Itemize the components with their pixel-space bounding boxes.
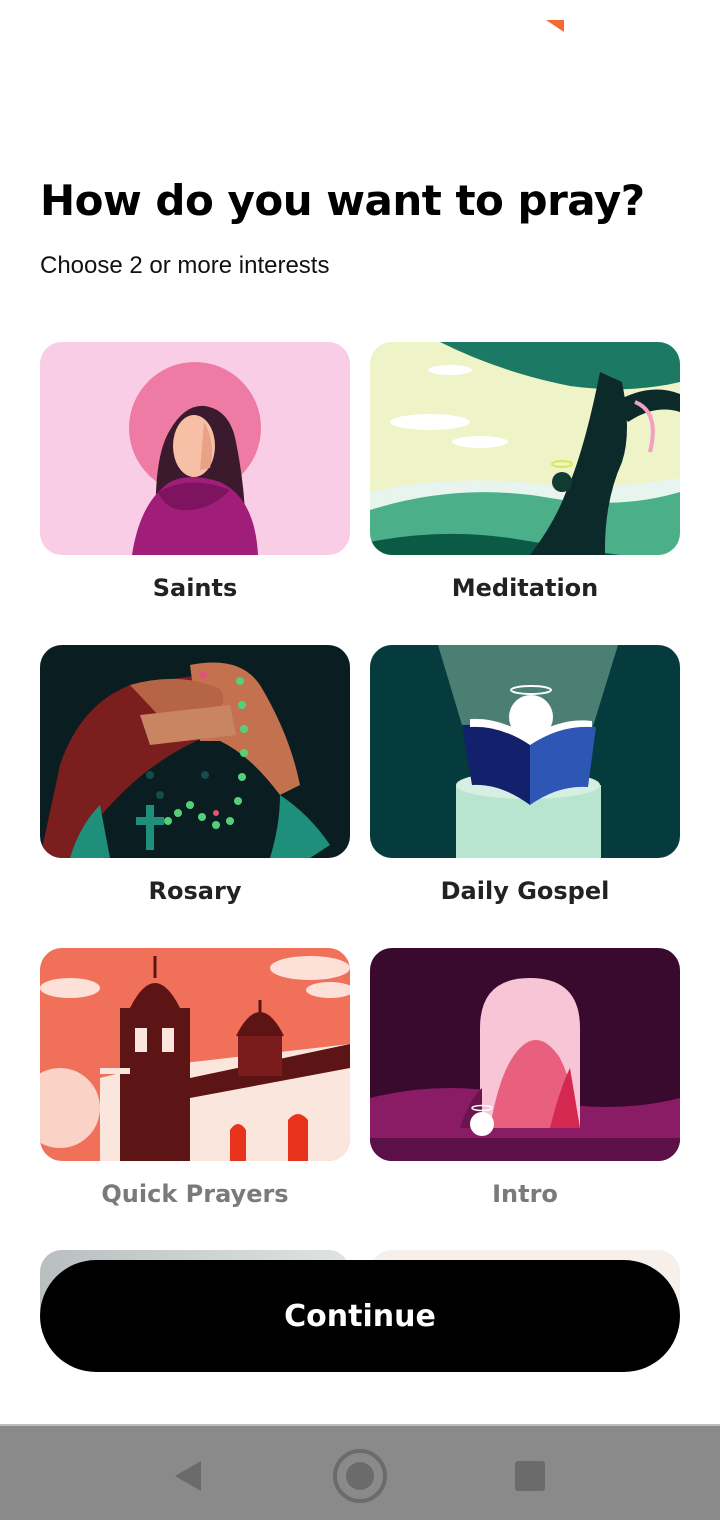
interest-label: Meditation (451, 574, 599, 602)
interest-card-rosary[interactable]: Rosary (40, 645, 350, 906)
quick-prayers-illustration (40, 948, 350, 1161)
continue-button[interactable]: Continue (40, 1260, 680, 1372)
daily-gospel-illustration (370, 645, 680, 858)
interest-card-meditation[interactable]: Meditation (370, 342, 680, 603)
interest-card-saints[interactable]: Saints (40, 342, 350, 603)
interest-card-quick-prayers[interactable]: Quick Prayers (40, 948, 350, 1209)
interest-card-daily-gospel[interactable]: Daily Gospel (370, 645, 680, 906)
home-icon[interactable] (332, 1448, 388, 1504)
intro-illustration (370, 948, 680, 1161)
page-subtitle: Choose 2 or more interests (40, 252, 330, 279)
back-icon[interactable] (160, 1448, 216, 1504)
saints-illustration (40, 342, 350, 555)
interest-label: Quick Prayers (101, 1180, 289, 1208)
interest-label: Intro (492, 1180, 558, 1208)
interest-label: Saints (152, 574, 238, 602)
interest-card-intro[interactable]: Intro (370, 948, 680, 1209)
recents-icon[interactable] (502, 1448, 558, 1504)
interest-label: Daily Gospel (440, 877, 610, 905)
brand-accent-icon (546, 20, 564, 32)
interest-label: Rosary (148, 877, 242, 905)
page-title: How do you want to pray? (40, 176, 645, 225)
system-navigation-bar (0, 1424, 720, 1520)
rosary-illustration (40, 645, 350, 858)
meditation-illustration (370, 342, 680, 555)
